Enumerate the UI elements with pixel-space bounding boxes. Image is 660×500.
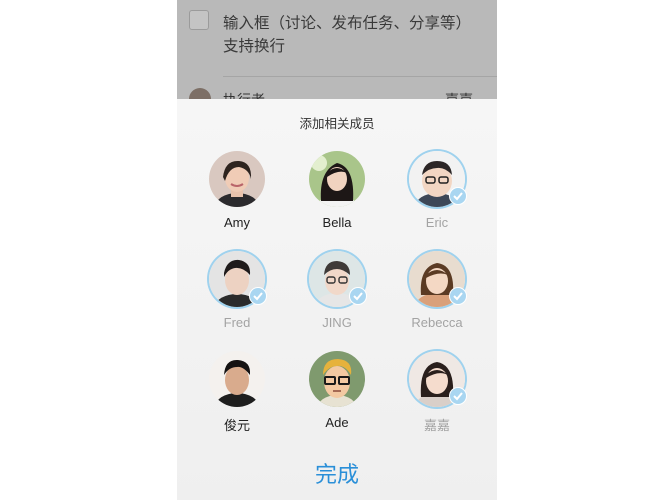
member-item[interactable]: Bella — [297, 151, 377, 230]
done-button[interactable]: 完成 — [177, 457, 497, 489]
divider — [223, 76, 497, 77]
selected-check-icon — [449, 387, 467, 405]
task-input: 输入框（讨论、发布任务、分享等）支持换行 — [223, 14, 472, 55]
member-name: 嘉嘉 — [423, 418, 450, 433]
member-item[interactable]: 嘉嘉 — [397, 351, 477, 434]
member-name: Ade — [325, 415, 349, 430]
sheet-title: 添加相关成员 — [299, 116, 375, 131]
member-item[interactable]: Fred — [197, 251, 277, 330]
selected-check-icon — [449, 187, 467, 205]
task-checkbox — [189, 10, 209, 30]
avatar — [209, 151, 265, 207]
selected-check-icon — [449, 287, 467, 305]
avatar-photo — [309, 151, 365, 207]
background-task-view: 输入框（讨论、发布任务、分享等）支持换行 执行者 嘉嘉 — [177, 0, 497, 110]
member-name: Bella — [322, 215, 352, 230]
member-item[interactable]: 俊元 — [197, 351, 277, 434]
member-item[interactable]: Rebecca — [397, 251, 477, 330]
avatar — [409, 251, 467, 307]
avatar — [309, 251, 367, 307]
member-name: Amy — [224, 215, 250, 230]
avatar — [209, 351, 265, 407]
avatar — [409, 151, 467, 207]
member-item[interactable]: Amy — [197, 151, 277, 230]
avatar — [209, 251, 267, 307]
avatar — [309, 351, 365, 407]
page: 输入框（讨论、发布任务、分享等）支持换行 执行者 嘉嘉 添加相关成员 — [0, 0, 660, 500]
avatar-photo — [209, 151, 265, 207]
avatar-photo — [309, 351, 365, 407]
avatar-photo — [209, 351, 265, 407]
member-name: Fred — [223, 315, 251, 330]
member-item[interactable]: Eric — [397, 151, 477, 230]
phone-screen: 输入框（讨论、发布任务、分享等）支持换行 执行者 嘉嘉 添加相关成员 — [177, 0, 497, 500]
avatar — [409, 351, 467, 407]
member-name: JING — [322, 315, 352, 330]
selected-check-icon — [249, 287, 267, 305]
member-item[interactable]: Ade — [297, 351, 377, 430]
member-name: 俊元 — [223, 418, 250, 433]
selected-check-icon — [349, 287, 367, 305]
member-name: Rebecca — [411, 315, 463, 330]
member-name: Eric — [425, 215, 449, 230]
member-item[interactable]: JING — [297, 251, 377, 330]
member-picker-sheet: 添加相关成员 Amy Bella Eric Fred JING Rebecca … — [177, 99, 497, 500]
avatar — [309, 151, 365, 207]
